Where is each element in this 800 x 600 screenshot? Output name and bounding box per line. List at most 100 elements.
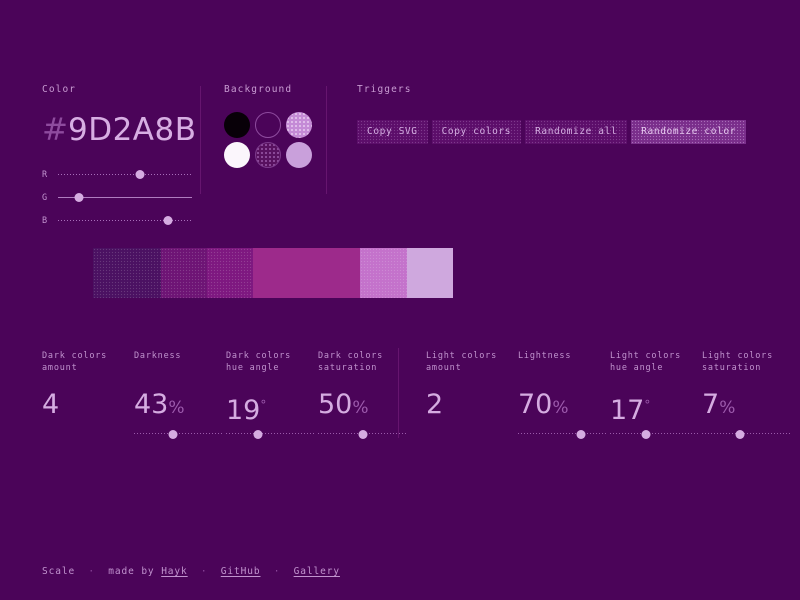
- param-value-lightness: 70%: [518, 390, 613, 423]
- triggers-section-label: Triggers: [357, 84, 412, 95]
- palette-swatch-tint-1[interactable]: [360, 248, 407, 298]
- trigger-button-randomize-all[interactable]: Randomize all: [525, 120, 628, 144]
- rgb-slider-g[interactable]: [58, 190, 192, 206]
- param-light-colors-hue-angle: Light colors hue angle 17°: [610, 350, 705, 439]
- slider-knob[interactable]: [168, 429, 178, 439]
- param-number: 2: [426, 389, 444, 420]
- rgb-channel-label-r: R: [42, 170, 49, 180]
- background-swatch-lilac[interactable]: [286, 142, 312, 168]
- param-slider-dark-colors-hue-angle[interactable]: [226, 428, 316, 440]
- param-number: 17: [610, 395, 645, 426]
- footer-separator-3: ·: [260, 566, 294, 577]
- background-swatch-black[interactable]: [224, 112, 250, 138]
- param-slider-dark-colors-saturation[interactable]: [318, 428, 408, 440]
- trigger-button-copy-colors[interactable]: Copy colors: [431, 120, 522, 144]
- param-value-light-colors-amount: 2: [426, 390, 521, 420]
- hex-value: 9D2A8B: [67, 112, 197, 148]
- param-number: 43: [134, 389, 169, 420]
- footer-gallery-link[interactable]: Gallery: [294, 566, 340, 577]
- background-panel: Background: [224, 84, 314, 168]
- param-unit: %: [168, 398, 185, 418]
- color-section-label: Color: [42, 84, 77, 95]
- footer-separator-1: ·: [75, 566, 109, 577]
- triggers-panel: Triggers Copy SVG Copy colors Randomize al…: [357, 84, 747, 144]
- slider-track: [226, 433, 316, 434]
- slider-track: [58, 174, 192, 175]
- footer: Scale · made by Hayk · GitHub · Gallery: [42, 566, 340, 577]
- trigger-buttons: Copy SVG Copy colors Randomize all Randomiz…: [357, 120, 747, 144]
- slider-track: [518, 433, 608, 434]
- divider-dark-light-params: [398, 348, 399, 438]
- slider-knob[interactable]: [74, 193, 84, 202]
- divider-color-background: [200, 86, 201, 194]
- color-palette-strip[interactable]: [93, 248, 453, 298]
- slider-knob[interactable]: [735, 429, 745, 439]
- slider-knob[interactable]: [253, 429, 263, 439]
- divider-background-triggers: [326, 86, 327, 194]
- param-label-light-colors-saturation: Light colors saturation: [702, 351, 774, 373]
- param-lightness: Lightness 70%: [518, 350, 613, 439]
- footer-made-by-text: made by: [108, 566, 162, 577]
- hex-hash-symbol: #: [42, 112, 68, 148]
- palette-swatch-shade-3[interactable]: [207, 248, 253, 298]
- rgb-slider-r[interactable]: [58, 167, 192, 183]
- param-value-light-colors-saturation: 7%: [702, 390, 797, 423]
- param-label-light-colors-hue-angle: Light colors hue angle: [610, 351, 682, 373]
- app-root: Color # 9D2A8B R G B Background Triggers C…: [0, 0, 800, 600]
- param-number: 4: [42, 389, 60, 420]
- param-slider-light-colors-hue-angle[interactable]: [610, 428, 700, 440]
- palette-swatch-shade-1[interactable]: [93, 248, 161, 298]
- param-label-lightness: Lightness: [518, 351, 572, 361]
- param-number: 70: [518, 389, 553, 420]
- param-unit: %: [352, 398, 369, 418]
- palette-swatch-shade-2[interactable]: [161, 248, 207, 298]
- rgb-channel-label-b: B: [42, 216, 49, 226]
- slider-track: [134, 433, 224, 434]
- param-label-dark-colors-amount: Dark colors amount: [42, 351, 108, 373]
- parameters-grid: Dark colors amount 4 Darkness 43% Dark color…: [42, 350, 792, 440]
- slider-knob[interactable]: [358, 429, 368, 439]
- footer-author-link[interactable]: Hayk: [161, 566, 187, 577]
- param-light-colors-saturation: Light colors saturation 7%: [702, 350, 797, 439]
- slider-knob[interactable]: [135, 170, 145, 179]
- param-slider-lightness[interactable]: [518, 428, 608, 440]
- param-value-light-colors-hue-angle: 17°: [610, 390, 705, 426]
- background-swatch-white[interactable]: [224, 142, 250, 168]
- param-value-dark-colors-amount: 4: [42, 390, 137, 420]
- palette-swatch-tint-2[interactable]: [407, 248, 453, 298]
- background-swatch-light-lilac-dotted[interactable]: [286, 112, 312, 138]
- hex-value-row[interactable]: # 9D2A8B: [42, 112, 196, 148]
- slider-knob[interactable]: [641, 429, 651, 439]
- footer-brand: Scale: [42, 566, 76, 577]
- param-label-light-colors-amount: Light colors amount: [426, 351, 498, 373]
- background-swatch-dark-purple-dotted[interactable]: [255, 142, 281, 168]
- rgb-slider-row-r: R: [42, 165, 192, 185]
- slider-track: [702, 433, 792, 434]
- background-swatch-grid: [224, 112, 314, 168]
- trigger-button-randomize-color[interactable]: Randomize color: [631, 120, 747, 144]
- footer-github-link[interactable]: GitHub: [221, 566, 261, 577]
- slider-track: [610, 433, 700, 434]
- slider-knob[interactable]: [576, 429, 586, 439]
- param-unit: °: [260, 398, 267, 412]
- param-value-dark-colors-hue-angle: 19°: [226, 390, 321, 426]
- trigger-button-copy-svg[interactable]: Copy SVG: [357, 120, 428, 144]
- param-value-darkness: 43%: [134, 390, 229, 423]
- param-unit: %: [552, 398, 569, 418]
- param-slider-darkness[interactable]: [134, 428, 224, 440]
- rgb-slider-row-b: B: [42, 211, 192, 231]
- color-panel: Color # 9D2A8B R G B: [42, 84, 196, 234]
- param-slider-light-colors-saturation[interactable]: [702, 428, 792, 440]
- rgb-slider-b[interactable]: [58, 213, 192, 229]
- param-dark-colors-hue-angle: Dark colors hue angle 19°: [226, 350, 321, 439]
- palette-swatch-shade-4[interactable]: [253, 248, 360, 298]
- slider-knob[interactable]: [163, 216, 173, 225]
- background-swatch-outline[interactable]: [255, 112, 281, 138]
- param-number: 7: [702, 389, 720, 420]
- param-dark-colors-amount: Dark colors amount 4: [42, 350, 137, 420]
- param-label-darkness: Darkness: [134, 351, 182, 361]
- param-light-colors-amount: Light colors amount 2: [426, 350, 521, 420]
- rgb-slider-row-g: G: [42, 188, 192, 208]
- footer-separator-2: ·: [187, 566, 221, 577]
- rgb-sliders: R G B: [42, 165, 192, 231]
